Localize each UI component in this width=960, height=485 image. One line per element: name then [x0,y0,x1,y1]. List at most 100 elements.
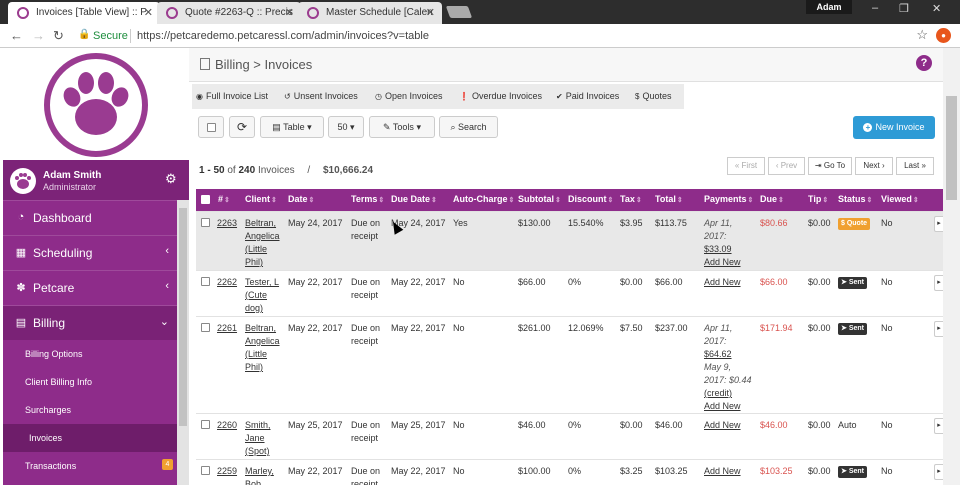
sidebar-item-scheduling[interactable]: ▦ Scheduling ‹ [3,235,189,270]
sidebar-scrollbar[interactable] [177,200,189,485]
extension-icon[interactable]: ● [936,28,951,43]
add-payment-link[interactable]: Add New [704,276,741,289]
row-actions-button[interactable]: ▸ [934,418,943,434]
new-tab-button[interactable] [445,6,473,18]
browser-tab-invoices[interactable]: Invoices [Table View] :: P ✕ [8,2,160,24]
browser-tab-schedule[interactable]: Master Schedule [Calen ✕ [298,2,442,24]
invoice-number-link[interactable]: 2263 [217,217,237,230]
filter-overdue-invoices[interactable]: ❗ Overdue Invoices [459,91,542,101]
sidebar-subitem-client-billing-info[interactable]: Client Billing Info [3,368,177,396]
profile-name[interactable]: Adam [806,0,852,14]
row-actions-button[interactable]: ▸ [934,275,943,291]
row-actions-button[interactable]: ▸ [934,321,943,337]
status-badge[interactable]: ➤ Sent [838,466,867,478]
col-header-due-date[interactable]: Due Date⇕ [391,194,437,204]
per-page-dropdown[interactable]: 50 ▾ [328,116,364,138]
close-tab-icon[interactable]: ✕ [285,2,294,24]
row-select-checkbox[interactable] [201,466,210,475]
col-header-due[interactable]: Due⇕ [760,194,784,204]
invoice-number-link[interactable]: 2262 [217,276,237,289]
status-badge[interactable]: ➤ Sent [838,323,867,335]
pager-first-button[interactable]: « First [727,157,765,175]
bookmark-star-icon[interactable]: ☆ [916,27,928,43]
header-select-checkbox[interactable] [201,195,210,204]
sidebar-scroll-thumb[interactable] [179,208,187,426]
search-button[interactable]: ⌕ Search [439,116,498,138]
sidebar-subitem-surcharges[interactable]: Surcharges [3,396,177,424]
col-header-total[interactable]: Total⇕ [655,194,683,204]
filter-open-invoices[interactable]: ◷ Open Invoices [375,91,443,101]
row-select-checkbox[interactable] [201,323,210,332]
sidebar-subitem-billing-options[interactable]: Billing Options [3,340,177,368]
client-link[interactable]: Beltran, Angelica (Little Phil) [245,322,280,374]
client-link[interactable]: Marley, Bob [245,465,274,485]
sidebar-subitem-invoices[interactable]: Invoices [3,424,177,452]
page-scrollbar[interactable] [943,48,960,485]
col-header-date[interactable]: Date⇕ [288,194,314,204]
add-payment-link[interactable]: Add New [704,419,741,432]
restore-icon[interactable]: ❐ [899,2,909,15]
gear-icon[interactable]: ⚙ [165,171,177,187]
close-tab-icon[interactable]: ✕ [426,2,435,24]
browser-tab-quote[interactable]: Quote #2263-Q :: Precis ✕ [157,2,301,24]
new-invoice-button[interactable]: + New Invoice [853,116,935,139]
filter-quotes[interactable]: $ Quotes [635,91,671,101]
sidebar-subitem-transactions[interactable]: Transactions 4 [3,452,177,480]
filter-unsent-invoices[interactable]: ↺ Unsent Invoices [284,91,358,101]
refresh-button[interactable]: ⟳ [229,116,255,138]
row-select-checkbox[interactable] [201,218,210,227]
col-header-auto-charge[interactable]: Auto-Charge⇕ [453,194,514,204]
client-link[interactable]: Tester, L (Cute dog) [245,276,279,315]
col-header-client[interactable]: Client⇕ [245,194,277,204]
pager-goto-button[interactable]: ⇥ Go To [808,157,852,175]
row-select-checkbox[interactable] [201,277,210,286]
sidebar-item-billing[interactable]: ▤ Billing ⌄ [3,305,189,340]
invoice-number-link[interactable]: 2260 [217,419,237,432]
status-badge[interactable]: $ Quote [838,218,871,230]
forward-icon[interactable]: → [32,28,45,43]
col-header-tax[interactable]: Tax⇕ [620,194,642,204]
filter-full-invoice-list[interactable]: ◉ Full Invoice List [196,91,268,101]
invoice-number-link[interactable]: 2261 [217,322,237,335]
pager-next-button[interactable]: Next › [855,157,893,175]
select-all-button[interactable] [198,116,224,138]
sidebar-item-dashboard[interactable]: ◔ Dashboard [3,200,189,235]
add-payment-link[interactable]: Add New [704,400,752,413]
row-actions-button[interactable]: ▸ [934,464,943,480]
avatar[interactable] [10,168,36,194]
pager-last-button[interactable]: Last » [896,157,934,175]
status-badge[interactable]: ➤ Sent [838,277,867,289]
row-actions-button[interactable]: ▸ [934,216,943,232]
reload-icon[interactable]: ↻ [53,28,64,44]
payment-amount-link[interactable]: $64.62 [704,348,752,361]
client-link[interactable]: Smith, Jane (Spot) [245,419,271,458]
payment-amount-link[interactable]: $33.09 [704,243,741,256]
window-close-icon[interactable]: ✕ [932,2,941,15]
client-link[interactable]: Beltran, Angelica (Little Phil) [245,217,280,269]
col-header-status[interactable]: Status⇕ [838,194,872,204]
minimize-icon[interactable]: – [872,2,878,14]
col-header-number[interactable]: #⇕ [218,194,230,204]
sidebar-item-petcare[interactable]: ✽ Petcare ‹ [3,270,189,305]
payment-amount-link[interactable]: (credit) [704,387,752,400]
paw-logo[interactable] [44,53,148,157]
col-header-payments[interactable]: Payments⇕ [704,194,753,204]
pager-prev-button[interactable]: ‹ Prev [768,157,805,175]
help-icon[interactable]: ? [916,55,932,71]
tools-dropdown[interactable]: ✎ Tools ▾ [369,116,435,138]
url-field[interactable]: 🔒 Secure https://petcaredemo.petcaressl.… [74,27,932,45]
page-scroll-thumb[interactable] [946,96,957,200]
invoice-number-link[interactable]: 2259 [217,465,237,478]
select-all-checkbox[interactable] [207,123,216,132]
col-header-subtotal[interactable]: Subtotal⇕ [518,194,561,204]
add-payment-link[interactable]: Add New [704,465,741,478]
col-header-terms[interactable]: Terms⇕ [351,194,384,204]
back-icon[interactable]: ← [10,28,23,43]
col-header-viewed[interactable]: Viewed⇕ [881,194,919,204]
add-payment-link[interactable]: Add New [704,256,741,269]
view-dropdown[interactable]: ▤ Table ▾ [260,116,324,138]
row-select-checkbox[interactable] [201,420,210,429]
close-tab-icon[interactable]: ✕ [144,2,153,24]
col-header-discount[interactable]: Discount⇕ [568,194,613,204]
filter-paid-invoices[interactable]: ✔ Paid Invoices [556,91,619,101]
